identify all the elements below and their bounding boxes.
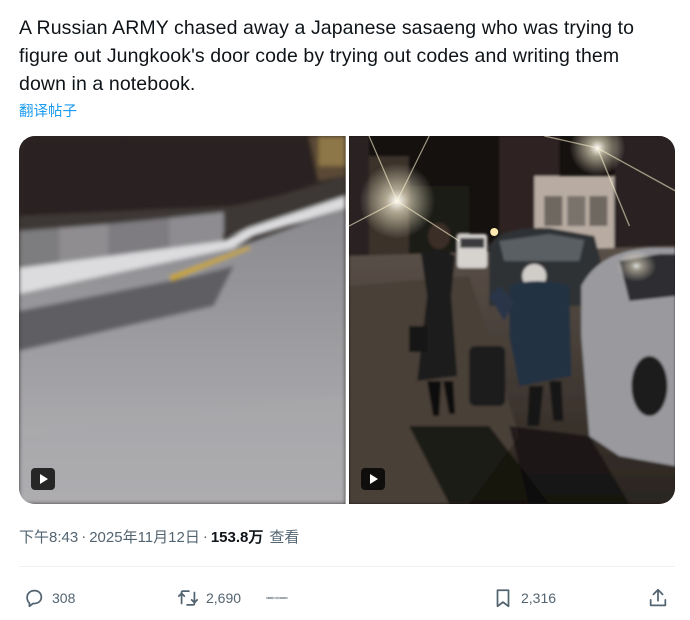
share-button[interactable] — [647, 584, 669, 612]
bookmark-count: 2,316 — [521, 590, 557, 606]
meta-separator: · — [202, 528, 208, 545]
share-icon — [649, 588, 667, 607]
watermark-logo — [266, 596, 288, 600]
tweet-text: A Russian ARMY chased away a Japanese sa… — [19, 17, 635, 95]
bookmark-button[interactable]: 2,316 — [492, 584, 556, 612]
reply-count: 308 — [52, 590, 76, 606]
play-icon[interactable] — [31, 468, 55, 490]
tweet-time[interactable]: 下午8:43 — [19, 526, 78, 547]
action-bar: 308 2,690 2,316 — [19, 584, 675, 612]
divider — [19, 566, 675, 567]
retweet-count: 2,690 — [206, 590, 242, 606]
meta-separator: · — [81, 528, 87, 545]
video-left-thumbnail — [19, 136, 346, 504]
tweet-date[interactable]: 2025年11月12日 — [89, 526, 200, 547]
video-right-thumbnail — [348, 136, 675, 504]
video-right[interactable] — [348, 136, 675, 504]
watermark-overlay — [266, 584, 288, 612]
bookmark-icon — [496, 589, 510, 608]
video-left[interactable] — [19, 136, 346, 504]
tweet-metadata: 下午8:43 · 2025年11月12日 · 153.8万 查看 — [19, 526, 299, 547]
reply-button[interactable]: 308 — [23, 584, 75, 612]
translate-post-link[interactable]: 翻译帖子 — [19, 100, 77, 121]
views-count[interactable]: 153.8万 — [211, 526, 264, 547]
retweet-icon — [177, 590, 199, 606]
reply-icon — [26, 589, 43, 608]
media-grid — [19, 136, 675, 504]
play-icon[interactable] — [360, 468, 385, 490]
retweet-button[interactable]: 2,690 — [177, 584, 241, 612]
views-label[interactable]: 查看 — [269, 526, 299, 547]
